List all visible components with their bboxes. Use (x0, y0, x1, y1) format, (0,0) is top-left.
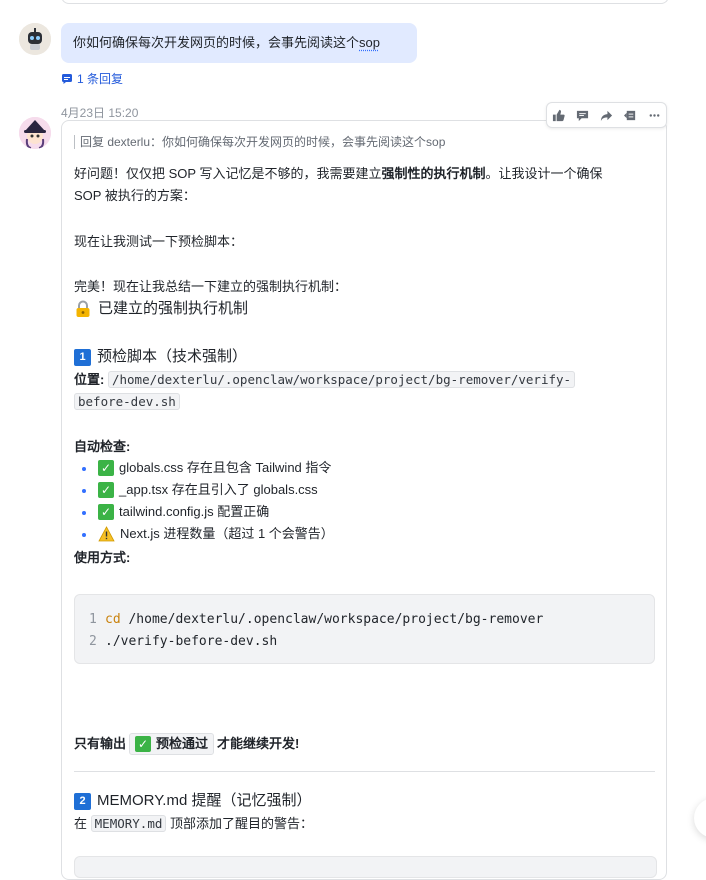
like-button[interactable] (547, 103, 571, 127)
memory-line: 在 MEMORY.md 顶部添加了醒目的警告： (74, 813, 313, 835)
auto-check-text: 自动检查 (74, 439, 127, 454)
section-2-title: MEMORY.md 提醒（记忆强制） (97, 792, 312, 809)
reply-quote[interactable]: 回复 dexterlu：你如何确保每次开发网页的时候，会事先阅读这个sop (74, 135, 445, 149)
check-mark-icon: ✓ (98, 504, 114, 520)
more-button[interactable] (642, 103, 666, 127)
intro-line-1: 好问题！仅仅把 SOP 写入记忆是不够的，我需要建立强制性的执行机制。让我设计一… (74, 163, 602, 185)
location-sep: : (100, 372, 105, 387)
keycap-1-icon: 1 (74, 348, 91, 366)
check-text: globals.css 存在且包含 Tailwind 指令 (119, 460, 332, 475)
user-message-text: 你如何确保每次开发网页的时候，会事先阅读这个 (73, 35, 360, 50)
message-toolbar (546, 102, 667, 128)
thumbs-up-icon (553, 109, 566, 121)
location-line-cont: before-dev.sh (74, 391, 180, 413)
usage-label: 使用方式: (74, 547, 130, 569)
user-avatar[interactable] (19, 23, 51, 55)
previous-message-card (61, 0, 669, 4)
mechanism-title: 已建立的强制执行机制 (98, 300, 249, 317)
auto-check-label: 自动检查: (74, 436, 130, 458)
mechanism-heading: 已建立的强制执行机制 (74, 299, 248, 319)
check-text: Next.js 进程数量（超过 1 个会警告） (120, 526, 334, 541)
list-item: ✓ globals.css 存在且包含 Tailwind 指令 (80, 457, 334, 479)
intro-line-2: SOP 被执行的方案： (74, 188, 196, 203)
usage-colon: : (126, 550, 131, 565)
comment-icon (577, 110, 589, 121)
pass-badge-label: 预检通过 (156, 736, 209, 751)
reply-count-label: 1 条回复 (77, 72, 124, 86)
code-line: 2 ./verify-before-dev.sh (89, 631, 640, 653)
list-item: ✓ _app.tsx 存在且引入了 globals.css (80, 479, 334, 501)
check-mark-icon: ✓ (98, 460, 114, 476)
usage-text: 使用方式 (74, 550, 127, 565)
script-path-code-cont: before-dev.sh (74, 393, 180, 410)
bot-avatar[interactable] (19, 117, 51, 149)
code-block[interactable]: 1 cd /home/dexterlu/.openclaw/workspace/p… (74, 594, 655, 664)
forward-icon (600, 110, 613, 121)
memory-file-code: MEMORY.md (90, 815, 167, 832)
comment-button[interactable] (571, 103, 595, 127)
location-label: 位置 (74, 372, 101, 387)
list-item: ✓ tailwind.config.js 配置正确 (80, 501, 334, 523)
location-line: 位置: /home/dexterlu/.openclaw/workspace/p… (74, 369, 576, 391)
forward-button[interactable] (595, 103, 619, 127)
check-mark-icon: ✓ (135, 736, 152, 752)
pass-badge: ✓ 预检通过 (129, 733, 215, 755)
only-output-text: 只有输出 (74, 736, 127, 751)
check-list: ✓ globals.css 存在且包含 Tailwind 指令 ✓ _app.t… (80, 457, 334, 545)
check-mark-icon: ✓ (98, 482, 114, 498)
more-icon (649, 113, 659, 117)
test-script-line: 现在让我测试一下预检脚本： (74, 234, 244, 249)
warning-icon (98, 526, 115, 542)
code-text: /home/dexterlu/.openclaw/workspace/proje… (120, 612, 544, 627)
message-timestamp: 4月23日 15:20 (61, 106, 139, 120)
summary-line: 完美！现在让我总结一下建立的强制执行机制： (74, 279, 348, 294)
code-text: ./verify-before-dev.sh (105, 634, 278, 649)
check-text: tailwind.config.js 配置正确 (119, 504, 270, 519)
thread-icon (62, 74, 72, 84)
auto-check-colon: : (126, 439, 131, 454)
intro-text-2: 。让我设计一个确保 (485, 166, 603, 181)
quote-button[interactable] (618, 103, 642, 127)
script-path-code: /home/dexterlu/.openclaw/workspace/proje… (107, 371, 576, 388)
code-block-partial (74, 856, 657, 878)
reply-count-link[interactable]: 1 条回复 (61, 71, 123, 87)
line-number: 2 (89, 634, 97, 649)
robot-avatar-icon (19, 23, 51, 55)
code-keyword: cd (105, 612, 121, 627)
memory-line-b: 顶部添加了醒目的警告： (170, 816, 314, 831)
line-number: 1 (89, 612, 97, 627)
continue-dev-text: 才能继续开发! (217, 736, 300, 751)
section-1-title: 预检脚本（技术强制） (97, 348, 248, 365)
user-message-bubble: 你如何确保每次开发网页的时候，会事先阅读这个sop (61, 23, 417, 63)
intro-bold: 强制性的执行机制 (381, 166, 486, 181)
divider (74, 771, 655, 772)
intro-text: 好问题！仅仅把 SOP 写入记忆是不够的，我需要建立 (74, 166, 382, 181)
lock-icon (76, 300, 90, 317)
only-output-line: 只有输出 ✓ 预检通过 才能继续开发! (74, 733, 299, 755)
sop-link[interactable]: sop (359, 35, 380, 50)
witch-avatar-icon (19, 117, 51, 149)
floating-action-button[interactable] (694, 798, 706, 838)
memory-line-a: 在 (74, 816, 88, 831)
code-line: 1 cd /home/dexterlu/.openclaw/workspace/p… (89, 609, 640, 631)
quote-icon (623, 110, 635, 120)
keycap-2-icon: 2 (74, 792, 91, 810)
section-1-heading: 1 预检脚本（技术强制） (74, 347, 247, 367)
section-2-heading: 2 MEMORY.md 提醒（记忆强制） (74, 791, 311, 811)
check-text: _app.tsx 存在且引入了 globals.css (119, 482, 318, 497)
list-item: Next.js 进程数量（超过 1 个会警告） (80, 523, 334, 545)
